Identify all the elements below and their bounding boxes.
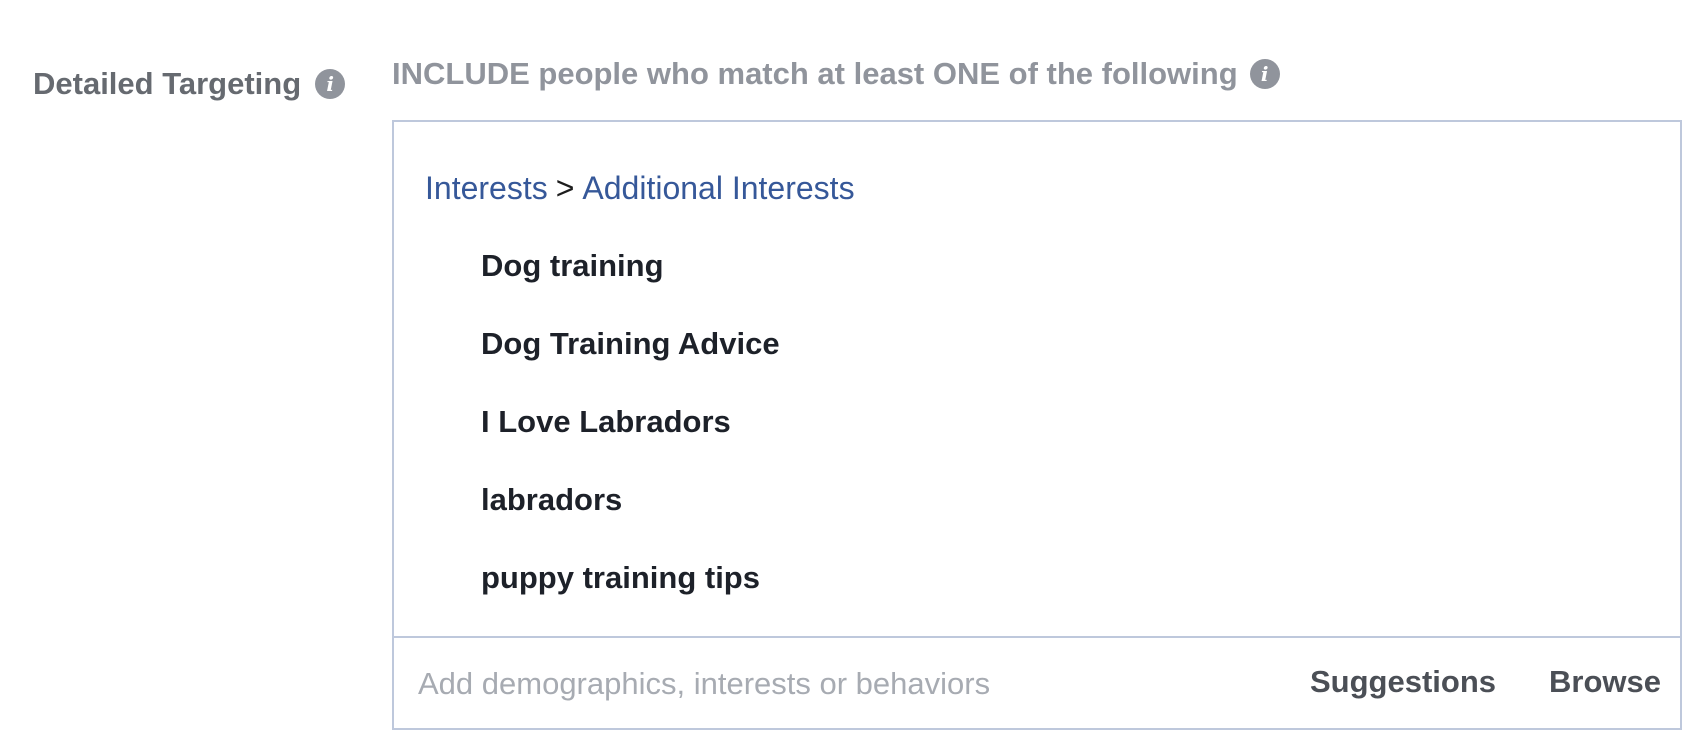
detailed-targeting-panel: Detailed Targeting i INCLUDE people who … (0, 0, 1708, 752)
include-heading-text: INCLUDE people who match at least ONE of… (392, 56, 1238, 91)
detailed-targeting-label-text: Detailed Targeting (33, 66, 302, 101)
interest-item[interactable]: puppy training tips (481, 558, 780, 636)
interest-list: Dog training Dog Training Advice I Love … (481, 246, 780, 636)
breadcrumb: Interests > Additional Interests (425, 170, 855, 207)
interest-item[interactable]: Dog training (481, 246, 780, 324)
targeting-input-row: Suggestions Browse (394, 638, 1680, 728)
interest-item[interactable]: I Love Labradors (481, 402, 780, 480)
info-icon[interactable]: i (1249, 59, 1280, 89)
breadcrumb-separator: > (555, 170, 575, 206)
browse-button[interactable]: Browse (1549, 662, 1661, 702)
breadcrumb-interests-link[interactable]: Interests (425, 170, 548, 206)
interest-item[interactable]: labradors (481, 480, 780, 558)
selected-interests-area: Interests > Additional Interests Dog train… (394, 122, 1680, 638)
breadcrumb-additional-interests-link[interactable]: Additional Interests (582, 170, 854, 206)
info-icon[interactable]: i (315, 69, 346, 99)
targeting-box: Interests > Additional Interests Dog train… (392, 120, 1682, 730)
interest-item[interactable]: Dog Training Advice (481, 324, 780, 402)
suggestions-button[interactable]: Suggestions (1310, 662, 1496, 702)
targeting-search-input[interactable] (418, 662, 1238, 706)
detailed-targeting-label: Detailed Targeting i (33, 66, 346, 102)
include-heading: INCLUDE people who match at least ONE of… (392, 56, 1280, 92)
